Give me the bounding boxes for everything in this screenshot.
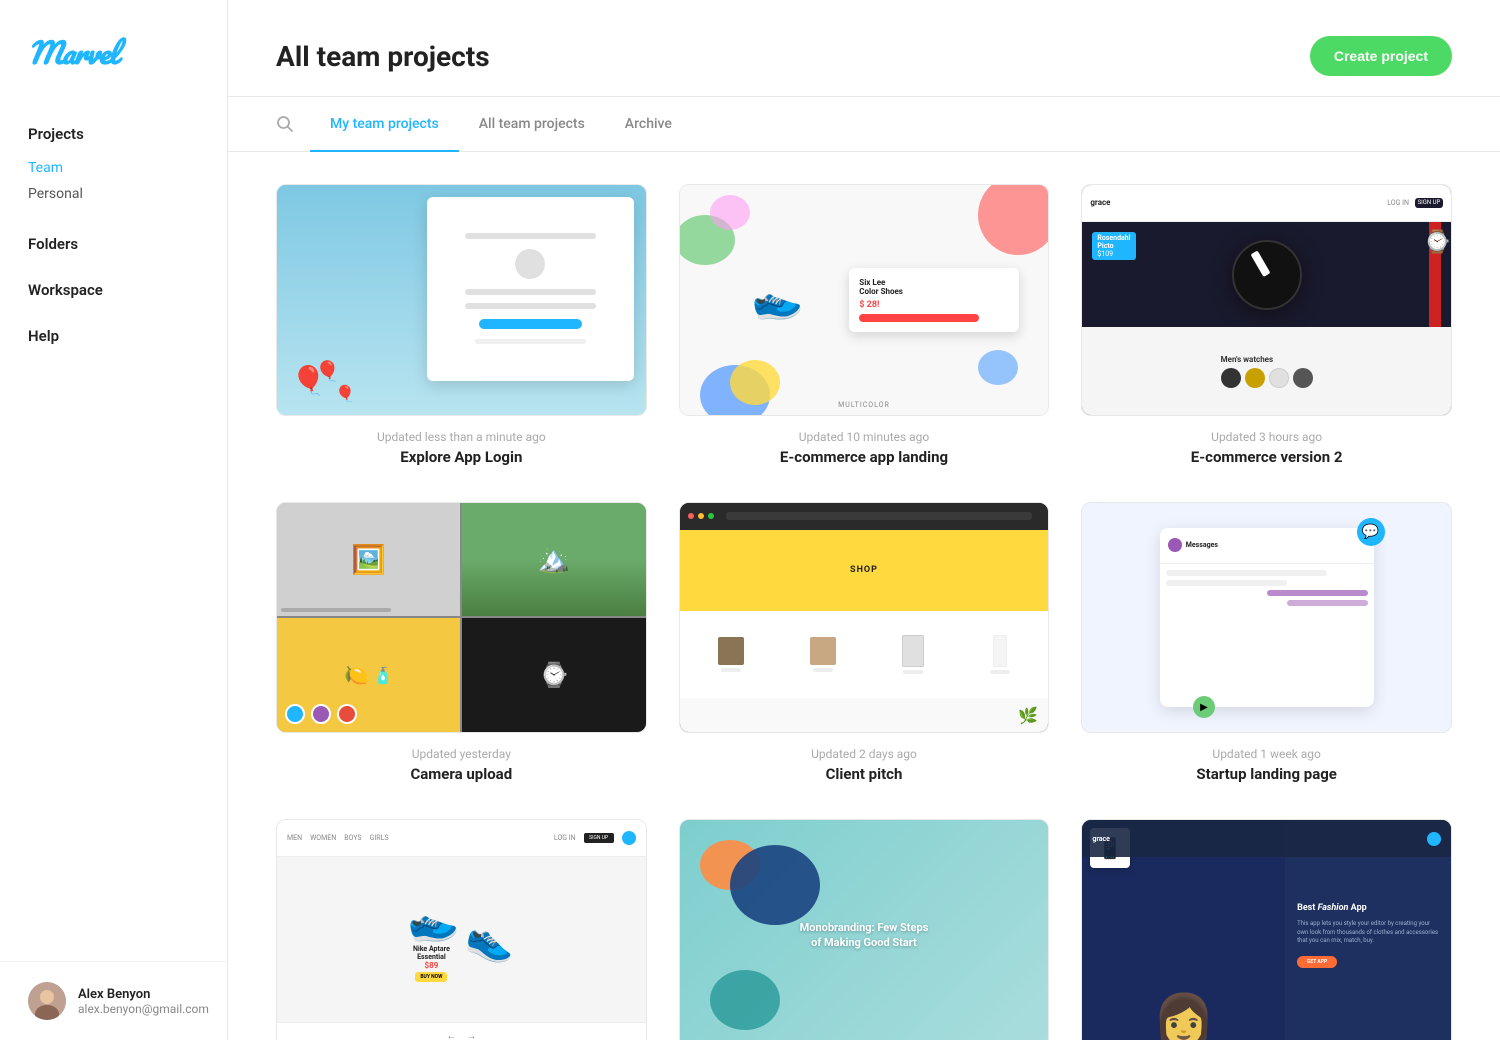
tab-archive[interactable]: Archive (605, 98, 692, 152)
sidebar-nav: Projects Team Personal Folders Workspace… (0, 101, 227, 961)
nav-folders-title[interactable]: Folders (28, 235, 199, 253)
project-card-ecommerce-v2[interactable]: grace LOG IN SIGN UP ⌚ (1081, 184, 1452, 466)
project-updated: Updated 3 hours ago (1081, 430, 1452, 444)
projects-grid: 🎈 🎈 🎈 Updated less than a minute ago Exp… (276, 184, 1452, 1040)
main-header: All team projects Create project (228, 0, 1500, 97)
user-profile[interactable]: Alex Benyon alex.benyon@gmail.com (0, 961, 227, 1040)
project-thumb-fashion: 👩 📱 Best Fashion App This app lets you s… (1081, 819, 1452, 1040)
project-thumb-nike: MEN WOMEN BOYS GIRLS LOG IN SIGN UP 👟 N (276, 819, 647, 1040)
tabs-bar: My team projects All team projects Archi… (228, 97, 1500, 152)
project-name: Client pitch (679, 765, 1050, 783)
project-name: Explore App Login (276, 448, 647, 466)
user-name: Alex Benyon (78, 987, 209, 1002)
project-updated: Updated 2 days ago (679, 747, 1050, 761)
project-thumb-startup: Messages 💬 (1081, 502, 1452, 734)
sidebar-item-personal[interactable]: Personal (28, 181, 199, 207)
nav-section-help: Help (28, 327, 199, 345)
project-thumb-ecom: Six LeeColor Shoes $ 28! 👟 MULTICOLOR (679, 184, 1050, 416)
project-card-client-pitch[interactable]: SHOP (679, 502, 1050, 784)
nav-section-workspace: Workspace (28, 281, 199, 299)
project-thumb-client: SHOP (679, 502, 1050, 734)
main-content: All team projects Create project My team… (228, 0, 1500, 1040)
project-card-explore-app-login[interactable]: 🎈 🎈 🎈 Updated less than a minute ago Exp… (276, 184, 647, 466)
project-card-camera-upload[interactable]: 🖼️ 🏔️ 🍋 🧴 ⌚ (276, 502, 647, 784)
project-card-nike[interactable]: MEN WOMEN BOYS GIRLS LOG IN SIGN UP 👟 N (276, 819, 647, 1040)
project-updated: Updated 10 minutes ago (679, 430, 1050, 444)
nav-section-projects-title: Projects (28, 125, 199, 143)
nav-help-title[interactable]: Help (28, 327, 199, 345)
nav-workspace-title[interactable]: Workspace (28, 281, 199, 299)
user-email: alex.benyon@gmail.com (78, 1002, 209, 1016)
user-info: Alex Benyon alex.benyon@gmail.com (78, 987, 209, 1016)
project-name: Camera upload (276, 765, 647, 783)
project-card-ecommerce-landing[interactable]: Six LeeColor Shoes $ 28! 👟 MULTICOLOR Up… (679, 184, 1050, 466)
project-card-startup-landing[interactable]: Messages 💬 (1081, 502, 1452, 784)
project-updated: Updated 1 week ago (1081, 747, 1452, 761)
create-project-button[interactable]: Create project (1310, 36, 1452, 76)
tab-all-team-projects[interactable]: All team projects (459, 98, 605, 152)
project-thumb-explore: 🎈 🎈 🎈 (276, 184, 647, 416)
project-card-monobranding[interactable]: Monobranding: Few Stepsof Making Good St… (679, 819, 1050, 1040)
avatar (28, 982, 66, 1020)
sidebar-item-team[interactable]: Team (28, 155, 199, 181)
project-thumb-ecom2: grace LOG IN SIGN UP ⌚ (1081, 184, 1452, 416)
project-name: Startup landing page (1081, 765, 1452, 783)
project-thumb-camera: 🖼️ 🏔️ 🍋 🧴 ⌚ (276, 502, 647, 734)
sidebar: Marvel Projects Team Personal Folders Wo… (0, 0, 228, 1040)
project-name: E-commerce app landing (679, 448, 1050, 466)
projects-area: 🎈 🎈 🎈 Updated less than a minute ago Exp… (228, 152, 1500, 1040)
search-icon[interactable] (276, 97, 294, 151)
app-logo: Marvel (28, 28, 116, 77)
project-updated: Updated less than a minute ago (276, 430, 647, 444)
project-thumb-mono: Monobranding: Few Stepsof Making Good St… (679, 819, 1050, 1040)
project-name: E-commerce version 2 (1081, 448, 1452, 466)
project-updated: Updated yesterday (276, 747, 647, 761)
project-card-fashion-app[interactable]: 👩 📱 Best Fashion App This app lets you s… (1081, 819, 1452, 1040)
tab-my-team-projects[interactable]: My team projects (310, 98, 459, 152)
nav-section-projects: Projects Team Personal (28, 125, 199, 207)
page-title: All team projects (276, 40, 490, 73)
logo-area: Marvel (0, 0, 227, 101)
nav-section-folders: Folders (28, 235, 199, 253)
